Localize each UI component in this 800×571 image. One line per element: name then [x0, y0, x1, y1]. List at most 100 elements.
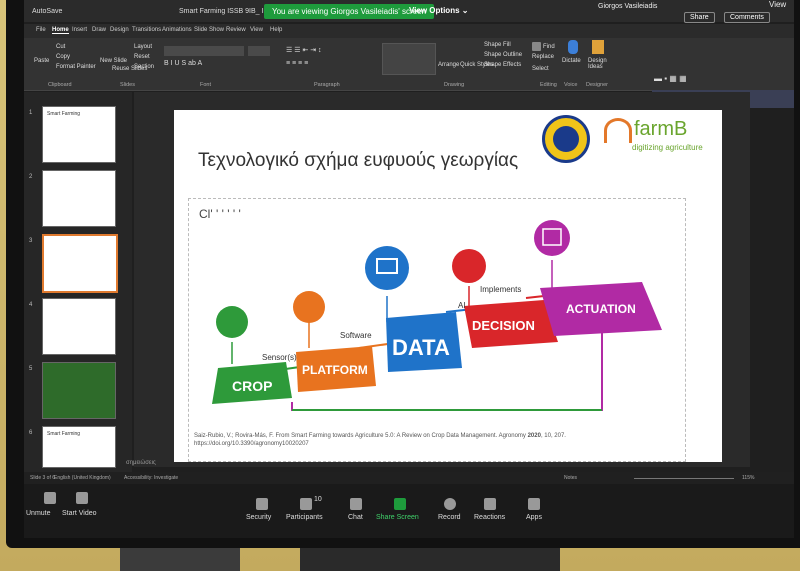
- tab-review[interactable]: Review: [226, 27, 246, 33]
- zoom-level[interactable]: 115%: [742, 475, 754, 481]
- smart-farming-diagram: CROP PLATFORM DATA DECISION ACTUATION Se…: [212, 220, 662, 411]
- format-painter-button[interactable]: Format Painter: [56, 64, 96, 70]
- microphone-muted-icon: [44, 492, 56, 504]
- zoom-slider[interactable]: [634, 478, 734, 479]
- thumb-number: 1: [29, 110, 33, 116]
- find-label: Find: [543, 44, 555, 51]
- paste-button[interactable]: Paste: [34, 58, 49, 64]
- notes-area[interactable]: σημειώσεις: [126, 460, 156, 466]
- tab-design[interactable]: Design: [110, 27, 129, 33]
- zoom-controls-bar: Unmute Start Video Security 10 Participa…: [24, 484, 794, 538]
- paragraph-group-label: Paragraph: [314, 82, 340, 88]
- reactions-button[interactable]: Reactions: [474, 514, 505, 521]
- font-size-dropdown[interactable]: [248, 46, 270, 56]
- arrange-button[interactable]: Arrange: [438, 62, 459, 68]
- shapes-gallery[interactable]: [382, 43, 436, 75]
- user-name[interactable]: Giorgos Vasileiadis: [598, 3, 657, 10]
- editing-group-label: Editing: [540, 82, 557, 88]
- shape-fill-button[interactable]: Shape Fill: [484, 42, 511, 48]
- video-camera-icon: [76, 492, 88, 504]
- slide-thumbnails-panel: 1 Smart Farming 2 3 4 5 6 Smart Farming: [24, 92, 132, 472]
- tab-insert[interactable]: Insert: [72, 27, 87, 33]
- crop-label: CROP: [232, 378, 272, 394]
- gallery-view-toggle[interactable]: ▬ ▪ ▦ ▦: [654, 74, 687, 83]
- select-button[interactable]: Select: [532, 66, 549, 72]
- view-menu[interactable]: View: [769, 0, 786, 9]
- design-ideas-button[interactable]: Design Ideas: [588, 58, 614, 70]
- language-indicator[interactable]: English (United Kingdom): [54, 475, 111, 481]
- cut-button[interactable]: Cut: [56, 44, 65, 50]
- accessibility-indicator[interactable]: Accessibility: Investigate: [124, 475, 178, 481]
- decision-label: DECISION: [472, 318, 535, 333]
- tractor-icon: [293, 291, 325, 323]
- slide-thumbnail-5[interactable]: [42, 362, 116, 419]
- ribbon-tabs: File Home Insert Draw Design Transitions…: [24, 24, 794, 38]
- status-bar: Slide 3 of 6 English (United Kingdom) Ac…: [24, 460, 794, 484]
- apps-icon: [528, 498, 540, 510]
- monitor-stand: [300, 548, 560, 571]
- security-button[interactable]: Security: [246, 514, 271, 521]
- slide-thumbnail-3[interactable]: [42, 234, 118, 293]
- slide-thumbnail-2[interactable]: [42, 170, 116, 227]
- tab-draw[interactable]: Draw: [92, 27, 106, 33]
- tab-home[interactable]: Home: [52, 27, 69, 34]
- search-icon: [532, 42, 541, 51]
- slide-thumbnail-1[interactable]: Smart Farming: [42, 106, 116, 163]
- new-slide-button[interactable]: New Slide: [100, 58, 127, 64]
- chat-button[interactable]: Chat: [348, 514, 363, 521]
- tab-transitions[interactable]: Transitions: [132, 27, 161, 33]
- citation-year: 2020: [527, 433, 541, 439]
- sensors-label: Sensor(s): [262, 353, 297, 362]
- thumb-number: 6: [29, 430, 33, 436]
- comments-button[interactable]: Comments: [724, 12, 770, 23]
- chevron-down-icon: ⌄: [461, 6, 469, 15]
- autosave-toggle[interactable]: AutoSave: [32, 8, 62, 15]
- replace-button[interactable]: Replace: [532, 54, 554, 60]
- section-button[interactable]: Section: [134, 64, 154, 70]
- tab-view[interactable]: View: [250, 27, 263, 33]
- apps-button[interactable]: Apps: [526, 514, 542, 521]
- font-name-dropdown[interactable]: [164, 46, 244, 56]
- paragraph-list-buttons[interactable]: ☰ ☰ ⇤ ⇥ ↕: [286, 46, 376, 56]
- monitor-bezel: AutoSave Smart Farming ISSB 9IB_ INFO SI…: [6, 0, 800, 548]
- slide-thumbnail-4[interactable]: [42, 298, 116, 355]
- plant-icon: [216, 306, 248, 338]
- thumb-number: 2: [29, 174, 33, 180]
- citation-doi[interactable]: https://doi.org/10.3390/agronomy10020207: [194, 441, 309, 447]
- shape-effects-button[interactable]: Shape Effects: [484, 62, 521, 68]
- slide-thumbnail-6[interactable]: Smart Farming: [42, 426, 116, 468]
- font-format-buttons[interactable]: B I U S ab A: [164, 60, 274, 70]
- participants-button[interactable]: Participants: [286, 514, 323, 521]
- brain-bulb-icon: [452, 249, 486, 283]
- paragraph-align-buttons[interactable]: ≡ ≡ ≡ ≡: [286, 60, 376, 70]
- layout-button[interactable]: Layout: [134, 44, 152, 50]
- notes-button[interactable]: Notes: [564, 475, 577, 481]
- font-group-label: Font: [200, 82, 212, 88]
- monitor-icon: [365, 246, 409, 290]
- tab-help[interactable]: Help: [270, 27, 282, 33]
- shape-outline-button[interactable]: Shape Outline: [484, 52, 522, 58]
- data-label: DATA: [392, 335, 450, 360]
- microphone-icon: [568, 40, 578, 54]
- view-options-label: View Options: [409, 6, 460, 15]
- copy-button[interactable]: Copy: [56, 54, 70, 60]
- tab-file[interactable]: File: [36, 27, 46, 33]
- view-options-button[interactable]: View Options ⌄: [409, 6, 468, 15]
- designer-group-label: Designer: [586, 82, 609, 88]
- unmute-button[interactable]: Unmute: [26, 510, 51, 517]
- reset-button[interactable]: Reset: [134, 54, 150, 60]
- start-video-button[interactable]: Start Video: [62, 510, 97, 517]
- dictate-button[interactable]: Dictate: [562, 58, 581, 64]
- share-screen-button[interactable]: Share Screen: [376, 514, 419, 521]
- current-slide[interactable]: farmB digitizing agriculture Τεχνολογικό…: [174, 110, 722, 462]
- find-button[interactable]: Find: [532, 42, 555, 51]
- thumb-title: Smart Farming: [47, 431, 81, 437]
- ribbon: Paste Cut Copy Format Painter Clipboard …: [24, 38, 794, 91]
- tab-animations[interactable]: Animations: [162, 27, 192, 33]
- record-icon: [444, 498, 456, 510]
- share-button[interactable]: Share: [684, 12, 715, 23]
- record-button[interactable]: Record: [438, 514, 461, 521]
- slide-counter: Slide 3 of 6: [30, 475, 56, 481]
- tab-slide-show[interactable]: Slide Show: [194, 27, 224, 33]
- platform-label: PLATFORM: [302, 363, 368, 377]
